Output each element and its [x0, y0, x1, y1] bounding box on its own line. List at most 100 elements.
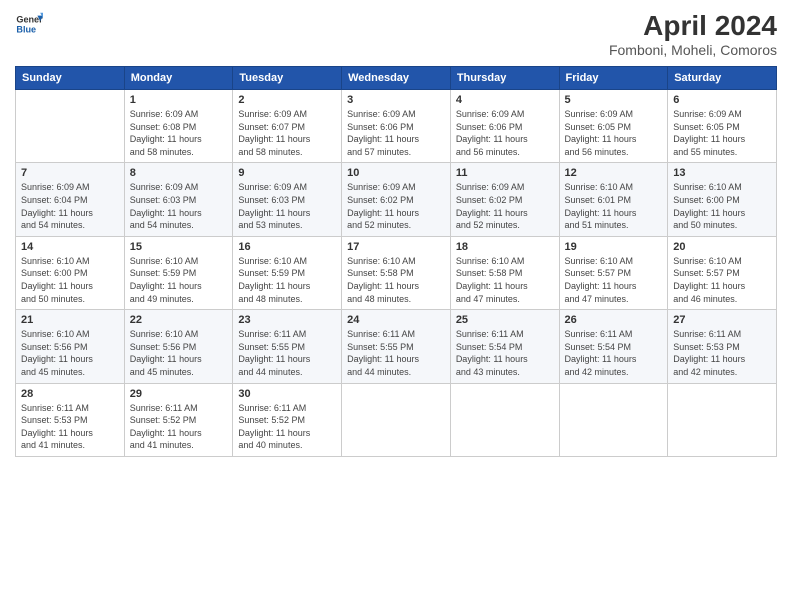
- day-number: 12: [565, 167, 663, 179]
- day-info: Sunrise: 6:10 AM Sunset: 5:56 PM Dayligh…: [21, 328, 119, 378]
- logo-icon: General Blue: [15, 10, 43, 38]
- day-number: 10: [347, 167, 445, 179]
- calendar-cell: 19 Sunrise: 6:10 AM Sunset: 5:57 PM Dayli…: [559, 236, 668, 309]
- weekday-header-saturday: Saturday: [668, 67, 777, 90]
- day-number: 26: [565, 314, 663, 326]
- calendar-cell: 11 Sunrise: 6:09 AM Sunset: 6:02 PM Dayli…: [450, 163, 559, 236]
- subtitle: Fomboni, Moheli, Comoros: [609, 42, 777, 58]
- calendar-row-3: 21 Sunrise: 6:10 AM Sunset: 5:56 PM Dayli…: [16, 310, 777, 383]
- day-info: Sunrise: 6:09 AM Sunset: 6:08 PM Dayligh…: [130, 108, 228, 158]
- day-number: 18: [456, 241, 554, 253]
- calendar-cell: 21 Sunrise: 6:10 AM Sunset: 5:56 PM Dayli…: [16, 310, 125, 383]
- calendar-cell: 7 Sunrise: 6:09 AM Sunset: 6:04 PM Daylig…: [16, 163, 125, 236]
- calendar-row-1: 7 Sunrise: 6:09 AM Sunset: 6:04 PM Daylig…: [16, 163, 777, 236]
- calendar-cell: [668, 383, 777, 456]
- calendar-cell: 22 Sunrise: 6:10 AM Sunset: 5:56 PM Dayli…: [124, 310, 233, 383]
- logo: General Blue: [15, 10, 43, 38]
- weekday-header-monday: Monday: [124, 67, 233, 90]
- calendar-cell: 25Sunrise: 6:11 AM Sunset: 5:54 PM Dayli…: [450, 310, 559, 383]
- calendar-cell: 24Sunrise: 6:11 AM Sunset: 5:55 PM Dayli…: [342, 310, 451, 383]
- day-number: 9: [238, 167, 336, 179]
- calendar-cell: [342, 383, 451, 456]
- svg-text:Blue: Blue: [16, 24, 36, 34]
- day-number: 6: [673, 94, 771, 106]
- calendar-cell: 13 Sunrise: 6:10 AM Sunset: 6:00 PM Dayli…: [668, 163, 777, 236]
- day-info: Sunrise: 6:11 AM Sunset: 5:52 PM Dayligh…: [130, 402, 228, 452]
- day-info: Sunrise: 6:11 AM Sunset: 5:53 PM Dayligh…: [673, 328, 771, 378]
- calendar-cell: [559, 383, 668, 456]
- day-info: Sunrise: 6:11 AM Sunset: 5:53 PM Dayligh…: [21, 402, 119, 452]
- day-number: 22: [130, 314, 228, 326]
- calendar-cell: 5 Sunrise: 6:09 AM Sunset: 6:05 PM Daylig…: [559, 90, 668, 163]
- day-number: 30: [238, 388, 336, 400]
- page: General Blue April 2024 Fomboni, Moheli,…: [0, 0, 792, 612]
- day-number: 14: [21, 241, 119, 253]
- day-number: 5: [565, 94, 663, 106]
- weekday-header-tuesday: Tuesday: [233, 67, 342, 90]
- day-info: Sunrise: 6:09 AM Sunset: 6:05 PM Dayligh…: [565, 108, 663, 158]
- calendar-cell: 27Sunrise: 6:11 AM Sunset: 5:53 PM Dayli…: [668, 310, 777, 383]
- calendar-cell: 1 Sunrise: 6:09 AM Sunset: 6:08 PM Daylig…: [124, 90, 233, 163]
- title-block: April 2024 Fomboni, Moheli, Comoros: [609, 10, 777, 58]
- day-info: Sunrise: 6:10 AM Sunset: 5:57 PM Dayligh…: [673, 255, 771, 305]
- calendar-cell: 15 Sunrise: 6:10 AM Sunset: 5:59 PM Dayli…: [124, 236, 233, 309]
- day-info: Sunrise: 6:10 AM Sunset: 5:59 PM Dayligh…: [238, 255, 336, 305]
- day-info: Sunrise: 6:09 AM Sunset: 6:02 PM Dayligh…: [347, 181, 445, 231]
- day-number: 4: [456, 94, 554, 106]
- calendar-cell: 12 Sunrise: 6:10 AM Sunset: 6:01 PM Dayli…: [559, 163, 668, 236]
- calendar-cell: 17Sunrise: 6:10 AM Sunset: 5:58 PM Dayli…: [342, 236, 451, 309]
- day-number: 3: [347, 94, 445, 106]
- day-number: 13: [673, 167, 771, 179]
- day-info: Sunrise: 6:11 AM Sunset: 5:54 PM Dayligh…: [565, 328, 663, 378]
- day-number: 8: [130, 167, 228, 179]
- day-info: Sunrise: 6:09 AM Sunset: 6:07 PM Dayligh…: [238, 108, 336, 158]
- day-info: Sunrise: 6:09 AM Sunset: 6:06 PM Dayligh…: [456, 108, 554, 158]
- calendar-cell: 28 Sunrise: 6:11 AM Sunset: 5:53 PM Dayli…: [16, 383, 125, 456]
- calendar-cell: 10 Sunrise: 6:09 AM Sunset: 6:02 PM Dayli…: [342, 163, 451, 236]
- day-number: 29: [130, 388, 228, 400]
- day-info: Sunrise: 6:09 AM Sunset: 6:02 PM Dayligh…: [456, 181, 554, 231]
- day-info: Sunrise: 6:10 AM Sunset: 6:00 PM Dayligh…: [21, 255, 119, 305]
- day-number: 2: [238, 94, 336, 106]
- day-info: Sunrise: 6:10 AM Sunset: 5:57 PM Dayligh…: [565, 255, 663, 305]
- day-info: Sunrise: 6:09 AM Sunset: 6:06 PM Dayligh…: [347, 108, 445, 158]
- calendar-cell: 30Sunrise: 6:11 AM Sunset: 5:52 PM Dayli…: [233, 383, 342, 456]
- day-info: Sunrise: 6:10 AM Sunset: 5:58 PM Dayligh…: [456, 255, 554, 305]
- day-info: Sunrise: 6:10 AM Sunset: 6:01 PM Dayligh…: [565, 181, 663, 231]
- day-number: 1: [130, 94, 228, 106]
- day-number: 21: [21, 314, 119, 326]
- day-number: 15: [130, 241, 228, 253]
- day-number: 28: [21, 388, 119, 400]
- calendar-cell: 23Sunrise: 6:11 AM Sunset: 5:55 PM Dayli…: [233, 310, 342, 383]
- calendar-cell: 2 Sunrise: 6:09 AM Sunset: 6:07 PM Daylig…: [233, 90, 342, 163]
- calendar-cell: 8 Sunrise: 6:09 AM Sunset: 6:03 PM Daylig…: [124, 163, 233, 236]
- calendar-cell: 16 Sunrise: 6:10 AM Sunset: 5:59 PM Dayli…: [233, 236, 342, 309]
- day-number: 16: [238, 241, 336, 253]
- calendar-cell: [450, 383, 559, 456]
- day-info: Sunrise: 6:09 AM Sunset: 6:03 PM Dayligh…: [238, 181, 336, 231]
- day-info: Sunrise: 6:09 AM Sunset: 6:04 PM Dayligh…: [21, 181, 119, 231]
- calendar-row-4: 28 Sunrise: 6:11 AM Sunset: 5:53 PM Dayli…: [16, 383, 777, 456]
- day-number: 24: [347, 314, 445, 326]
- day-info: Sunrise: 6:10 AM Sunset: 6:00 PM Dayligh…: [673, 181, 771, 231]
- day-number: 7: [21, 167, 119, 179]
- calendar-table: SundayMondayTuesdayWednesdayThursdayFrid…: [15, 66, 777, 457]
- calendar-cell: 20Sunrise: 6:10 AM Sunset: 5:57 PM Dayli…: [668, 236, 777, 309]
- day-info: Sunrise: 6:11 AM Sunset: 5:54 PM Dayligh…: [456, 328, 554, 378]
- weekday-header-friday: Friday: [559, 67, 668, 90]
- calendar-row-2: 14 Sunrise: 6:10 AM Sunset: 6:00 PM Dayli…: [16, 236, 777, 309]
- day-info: Sunrise: 6:10 AM Sunset: 5:59 PM Dayligh…: [130, 255, 228, 305]
- header: General Blue April 2024 Fomboni, Moheli,…: [15, 10, 777, 58]
- main-title: April 2024: [609, 10, 777, 42]
- weekday-header-row: SundayMondayTuesdayWednesdayThursdayFrid…: [16, 67, 777, 90]
- calendar-cell: 18 Sunrise: 6:10 AM Sunset: 5:58 PM Dayli…: [450, 236, 559, 309]
- day-number: 11: [456, 167, 554, 179]
- weekday-header-wednesday: Wednesday: [342, 67, 451, 90]
- day-info: Sunrise: 6:10 AM Sunset: 5:56 PM Dayligh…: [130, 328, 228, 378]
- calendar-cell: 3 Sunrise: 6:09 AM Sunset: 6:06 PM Daylig…: [342, 90, 451, 163]
- calendar-cell: 4 Sunrise: 6:09 AM Sunset: 6:06 PM Daylig…: [450, 90, 559, 163]
- day-number: 19: [565, 241, 663, 253]
- calendar-cell: 6Sunrise: 6:09 AM Sunset: 6:05 PM Daylig…: [668, 90, 777, 163]
- day-info: Sunrise: 6:09 AM Sunset: 6:03 PM Dayligh…: [130, 181, 228, 231]
- calendar-cell: 14 Sunrise: 6:10 AM Sunset: 6:00 PM Dayli…: [16, 236, 125, 309]
